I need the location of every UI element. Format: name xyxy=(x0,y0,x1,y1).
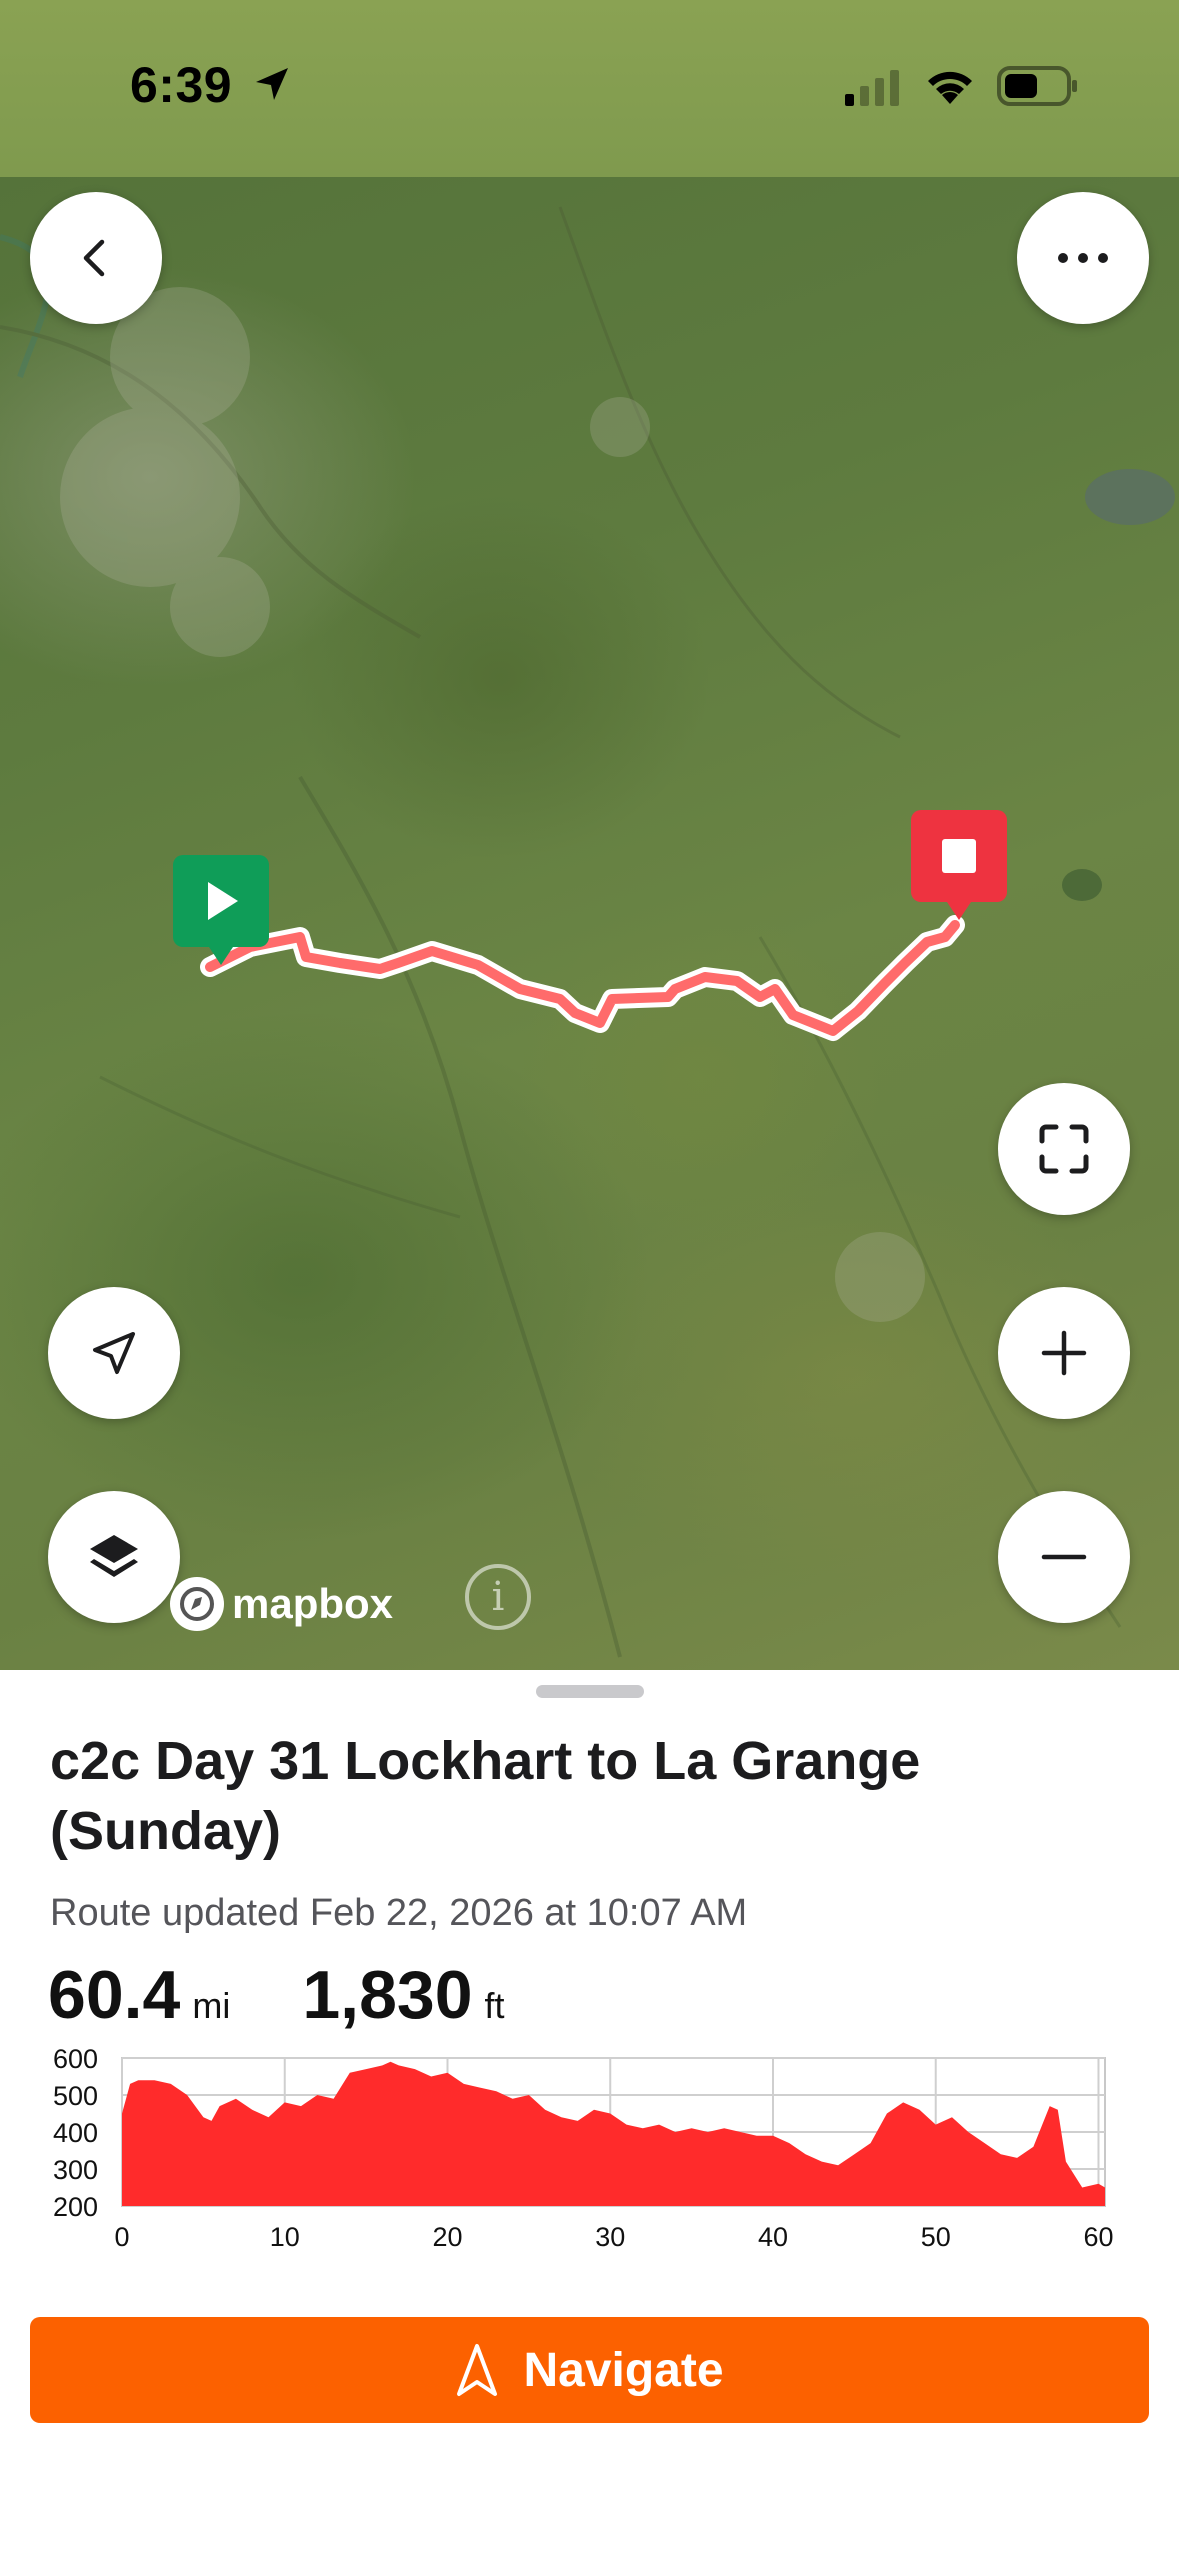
status-time: 6:39 xyxy=(130,57,233,113)
route-updated-text: Route updated Feb 22, 2026 at 10:07 AM xyxy=(50,1892,748,1934)
route-title: c2c Day 31 Lockhart to La Grange (Sunday… xyxy=(50,1731,921,1861)
chart-y-tick-label: 600 xyxy=(53,2048,98,2074)
locate-arrow-icon xyxy=(93,1332,135,1374)
elevation-area xyxy=(122,2061,1105,2206)
route-details-sheet: c2c Day 31 Lockhart to La Grange (Sunday… xyxy=(0,1670,1179,2556)
navigate-label: Navigate xyxy=(523,2343,724,2397)
more-options-button[interactable] xyxy=(1017,192,1149,324)
mapbox-wordmark: mapbox xyxy=(232,1580,394,1627)
route-start-marker[interactable] xyxy=(173,855,269,965)
play-icon xyxy=(208,882,238,920)
distance-value: 60.4 xyxy=(48,1957,181,2033)
zoom-in-button[interactable] xyxy=(998,1287,1130,1419)
elevation-gain-unit: ft xyxy=(484,1985,505,2026)
chart-y-tick-label: 300 xyxy=(53,2155,98,2185)
wifi-icon xyxy=(928,71,972,104)
chart-x-tick-label: 40 xyxy=(758,2222,788,2248)
chart-y-tick-label: 500 xyxy=(53,2081,98,2111)
back-icon xyxy=(83,239,105,277)
minus-icon xyxy=(1041,1554,1087,1560)
chart-y-tick-label: 400 xyxy=(53,2118,98,2148)
elevation-gain-value: 1,830 xyxy=(302,1957,473,2033)
attribution-info-icon[interactable]: i xyxy=(465,1564,531,1630)
map-layers-button[interactable] xyxy=(48,1491,180,1623)
more-icon xyxy=(1058,253,1108,263)
elevation-profile-chart[interactable]: 600 500 400 300 200 0 10 20 30 40 50 60 xyxy=(0,2048,1179,2248)
battery-icon xyxy=(997,66,1077,106)
location-arrow-icon xyxy=(256,68,288,100)
navigate-button[interactable]: Navigate xyxy=(30,2317,1149,2423)
chart-y-tick-label: 200 xyxy=(53,2192,98,2222)
back-button[interactable] xyxy=(30,192,162,324)
sheet-grabber[interactable] xyxy=(536,1685,644,1698)
zoom-out-button[interactable] xyxy=(998,1491,1130,1623)
route-end-marker[interactable] xyxy=(911,810,1007,920)
route-stats: 60.4 mi 1,830 ft xyxy=(48,1956,505,2034)
stop-icon xyxy=(942,839,976,873)
fullscreen-button[interactable] xyxy=(998,1083,1130,1215)
chart-x-tick-label: 50 xyxy=(921,2222,951,2248)
layers-icon xyxy=(90,1535,138,1577)
chart-x-tick-label: 10 xyxy=(270,2222,300,2248)
distance-unit: mi xyxy=(192,1985,231,2026)
navigate-arrow-icon xyxy=(457,2344,498,2396)
chart-x-tick-label: 30 xyxy=(595,2222,625,2248)
mapbox-logo-icon xyxy=(170,1577,224,1631)
chart-x-tick-label: 60 xyxy=(1083,2222,1113,2248)
satellite-map[interactable]: mapbox i xyxy=(0,177,1179,1670)
chart-x-tick-label: 0 xyxy=(114,2222,129,2248)
locate-me-button[interactable] xyxy=(48,1287,180,1419)
mapbox-attribution[interactable]: mapbox xyxy=(170,1577,393,1631)
plus-icon xyxy=(1041,1330,1087,1376)
status-bar: 6:39 xyxy=(0,0,1179,177)
cellular-signal-icon xyxy=(845,70,899,106)
chart-x-tick-label: 20 xyxy=(432,2222,462,2248)
fullscreen-icon xyxy=(1039,1124,1089,1174)
